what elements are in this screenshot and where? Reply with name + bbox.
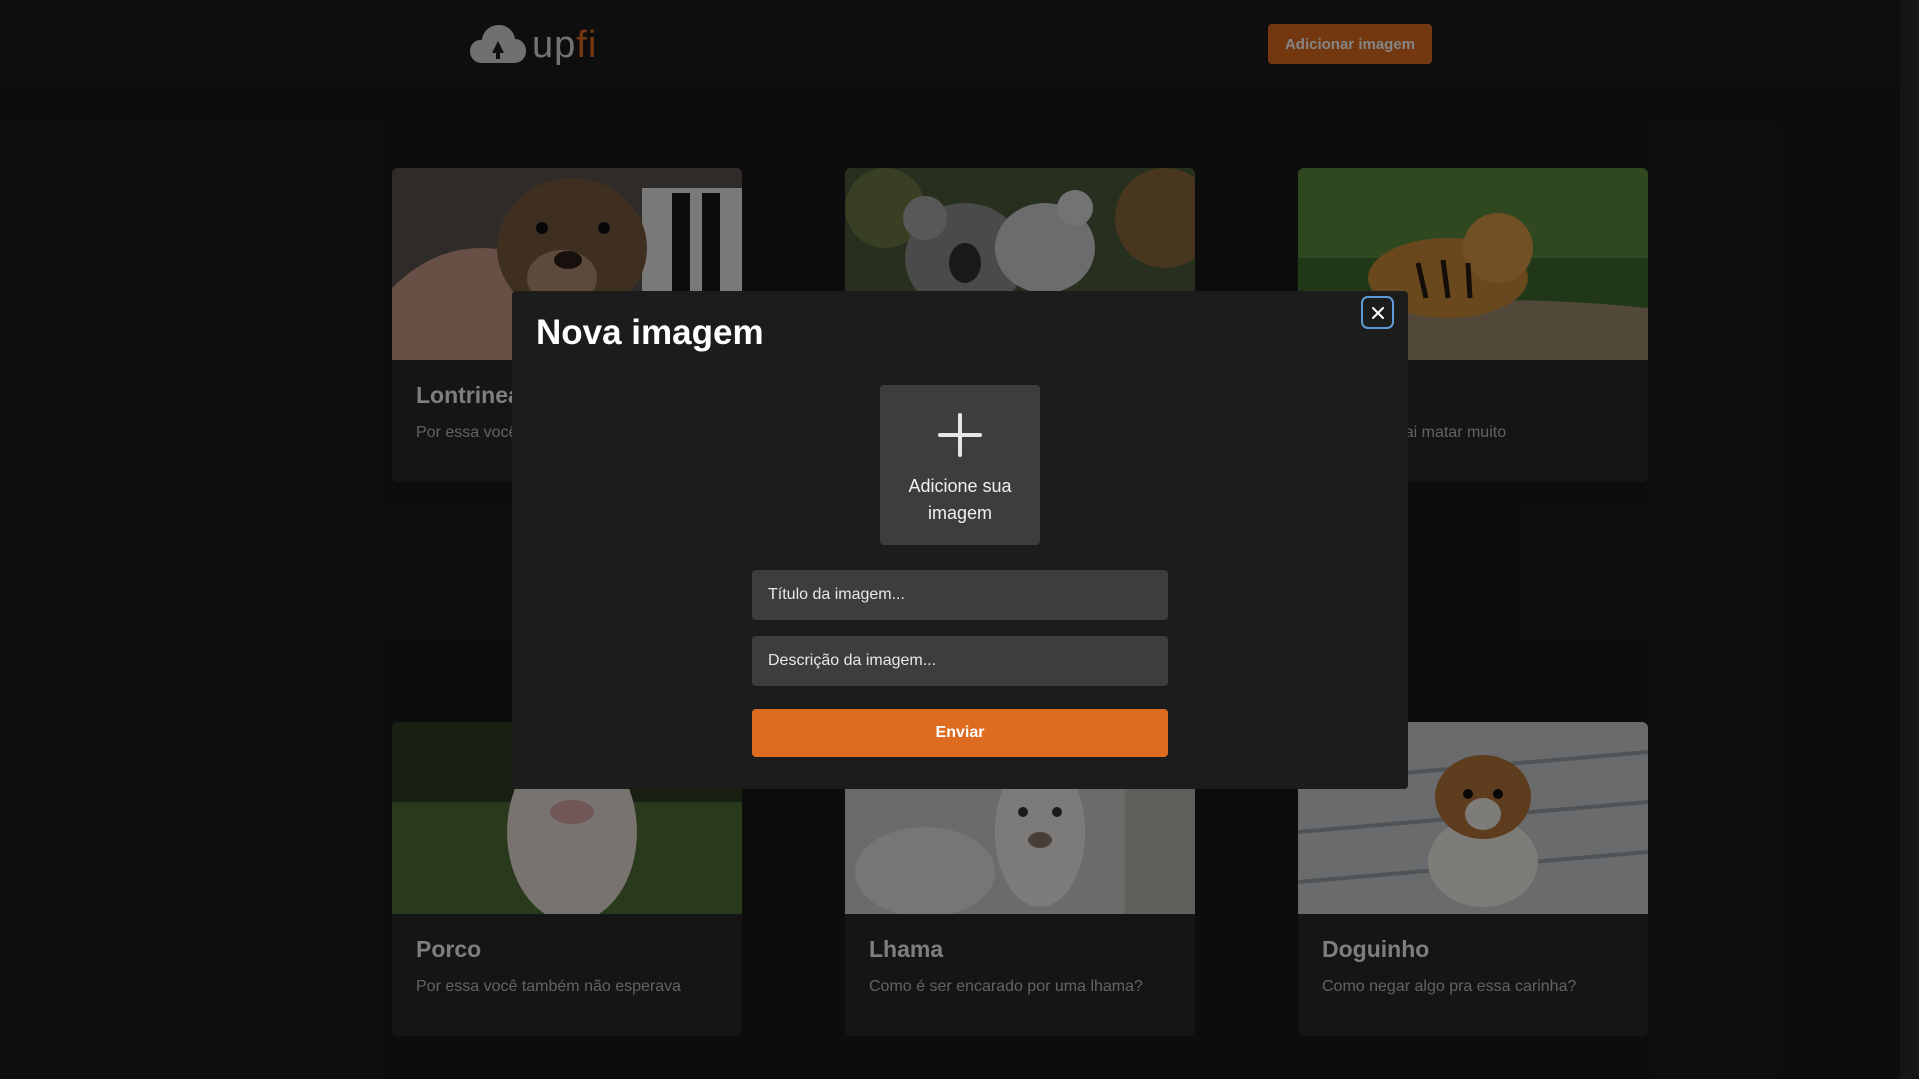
image-title-input[interactable]	[752, 570, 1168, 620]
image-description-input[interactable]	[752, 636, 1168, 686]
image-upload-dropzone[interactable]: Adicione sua imagem	[880, 385, 1040, 545]
upload-label: Adicione sua imagem	[908, 476, 1012, 523]
close-icon	[1371, 306, 1384, 319]
plus-icon	[938, 413, 982, 457]
new-image-modal: Nova imagem Adicione sua imagem Enviar	[512, 291, 1408, 789]
submit-button[interactable]: Enviar	[752, 709, 1168, 757]
close-button[interactable]	[1361, 296, 1394, 329]
modal-title: Nova imagem	[536, 313, 764, 352]
